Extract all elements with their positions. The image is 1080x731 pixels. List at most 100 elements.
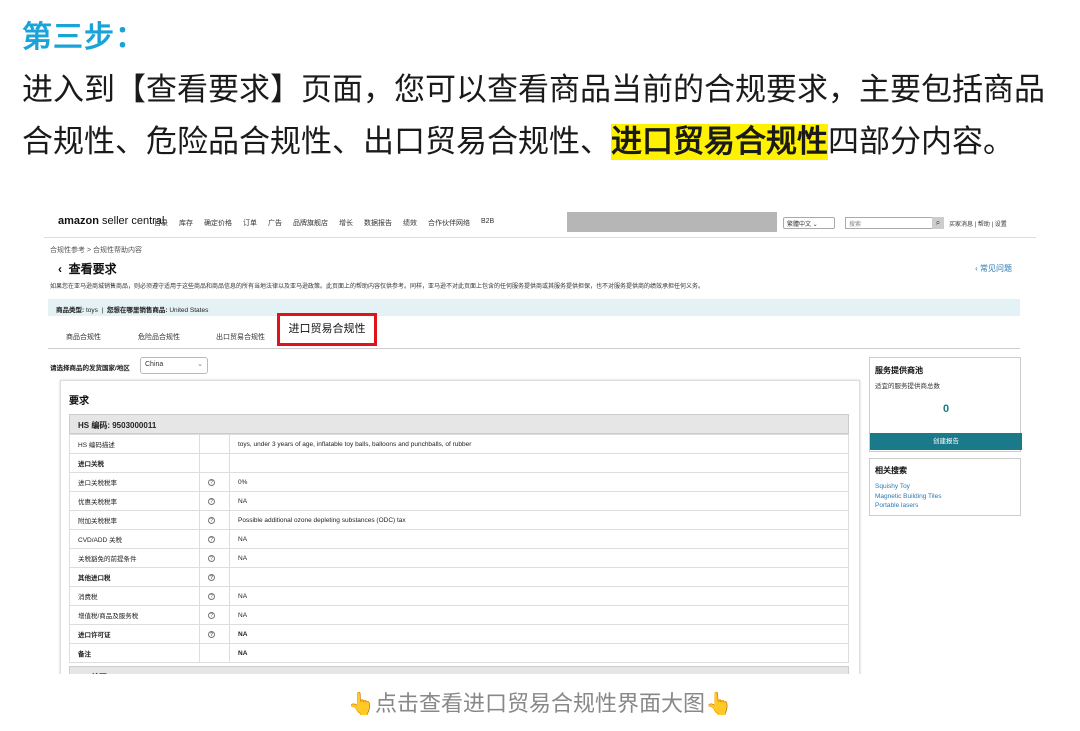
row-value: Possible additional ozone depleting subs… xyxy=(230,511,849,530)
back-chevron-icon[interactable]: ‹ xyxy=(58,262,62,276)
nav-item[interactable]: 确定价格 xyxy=(204,218,232,228)
help-icon[interactable]: ? xyxy=(208,498,215,505)
row-label: 消费税 xyxy=(70,587,200,606)
tab-hazmat-compliance[interactable]: 危险品合规性 xyxy=(138,332,180,342)
create-report-button[interactable]: 创建报告 xyxy=(870,433,1022,450)
row-label: HS 编码描述 xyxy=(70,435,200,454)
nav-item[interactable]: 品牌旗舰店 xyxy=(293,218,328,228)
country-select[interactable]: China⌄ xyxy=(140,357,208,374)
providers-subtitle: 适宜的服务提供商总数 xyxy=(875,380,940,390)
help-icon[interactable]: ? xyxy=(208,536,215,543)
nav-item[interactable]: 广告 xyxy=(268,218,282,228)
article-text: 进入到【查看要求】页面，您可以查看商品当前的合规要求，主要包括商品合规性、危险品… xyxy=(22,64,1062,168)
providers-count: 0 xyxy=(870,403,1022,415)
row-value: NA xyxy=(230,644,849,663)
help-icon[interactable]: ? xyxy=(208,555,215,562)
step-title: 第三步： xyxy=(22,12,146,56)
row-label: 优惠关税税率 xyxy=(70,492,200,511)
requirements-panel: 要求 HS 编码: 9503000011 HS 编码描述 toys, under … xyxy=(60,380,860,674)
table-row: 优惠关税税率? NA xyxy=(70,492,849,511)
requirements-title: 要求 xyxy=(69,392,89,407)
nav-item[interactable]: 目录 xyxy=(154,218,168,228)
row-label: CVD/ADD 关税 xyxy=(70,530,200,549)
row-label: 其他进口税 xyxy=(70,568,200,587)
tab-product-compliance[interactable]: 商品合规性 xyxy=(66,332,101,342)
image-caption[interactable]: 👆点击查看进口贸易合规性界面大图👆 xyxy=(0,686,1080,718)
row-label: 增值税/商品及服务税 xyxy=(70,606,200,625)
nav-item[interactable]: 库存 xyxy=(179,218,193,228)
tab-import-compliance[interactable]: 进口贸易合规性 xyxy=(277,313,377,346)
row-help: ? xyxy=(200,549,230,568)
row-label: 进口许可证 xyxy=(70,625,200,644)
language-select[interactable]: 繁體中文 ⌄ xyxy=(783,217,835,229)
nav-item[interactable]: B2B xyxy=(481,218,494,228)
related-title: 相关搜索 xyxy=(875,465,907,476)
article-text-after: 四部分内容。 xyxy=(828,124,1014,160)
hs-code-header: HS 编码: 9503000011 xyxy=(69,414,849,434)
help-icon[interactable]: ? xyxy=(208,574,215,581)
row-value: toys, under 3 years of age, inflatable t… xyxy=(230,435,849,454)
row-help: ? xyxy=(200,606,230,625)
row-label: 进口关税 xyxy=(70,454,200,473)
main-nav: 目录 库存 确定价格 订单 广告 品牌旗舰店 增长 数据报告 绩效 合作伙伴网络… xyxy=(154,218,494,228)
hs-code-header-next: HS 编码: 9503000013 xyxy=(69,666,849,674)
row-label: 关税豁免的前提条件 xyxy=(70,549,200,568)
country-label: 请选择商品的发货国家/地区 xyxy=(50,362,130,372)
row-help: ? xyxy=(200,530,230,549)
faq-link[interactable]: ‹ 常见问题 xyxy=(975,263,1012,274)
header-links[interactable]: 买家消息 | 帮助 | 设置 xyxy=(949,219,1007,228)
nav-item[interactable]: 订单 xyxy=(243,218,257,228)
providers-title: 服务提供商池 xyxy=(875,365,923,376)
row-help: ? xyxy=(200,587,230,606)
row-help xyxy=(200,644,230,663)
row-value: NA xyxy=(230,587,849,606)
row-help: ? xyxy=(200,473,230,492)
related-searches-box: 相关搜索 Squishy Toy Magnetic Building Tiles… xyxy=(869,458,1021,516)
table-row: 关税豁免的前提条件?NA xyxy=(70,549,849,568)
nav-item[interactable]: 数据报告 xyxy=(364,218,392,228)
related-link[interactable]: Magnetic Building Tiles xyxy=(875,492,941,502)
row-value xyxy=(230,454,849,473)
table-row: 消费税? NA xyxy=(70,587,849,606)
service-provider-box: 服务提供商池 适宜的服务提供商总数 0 创建报告 xyxy=(869,357,1021,452)
search-input[interactable]: 搜索 xyxy=(845,217,933,229)
product-info-bar: 商品类型: toys | 您想在哪里销售商品: United States xyxy=(48,299,1020,316)
row-value xyxy=(230,568,849,587)
row-value: NA xyxy=(230,492,849,511)
pointing-hand-icon: 👆 xyxy=(348,692,375,717)
breadcrumb[interactable]: 合规性参考 > 合规性帮助内容 xyxy=(50,245,142,255)
table-row: HS 编码描述 toys, under 3 years of age, infla… xyxy=(70,435,849,454)
help-icon[interactable]: ? xyxy=(208,479,215,486)
requirements-table: HS 编码描述 toys, under 3 years of age, infla… xyxy=(69,434,849,663)
related-link[interactable]: Portable lasers xyxy=(875,501,941,511)
article-highlight: 进口贸易合规性 xyxy=(611,124,828,160)
help-icon[interactable]: ? xyxy=(208,612,215,619)
row-help: ? xyxy=(200,568,230,587)
row-value: NA xyxy=(230,625,849,644)
related-link[interactable]: Squishy Toy xyxy=(875,482,941,492)
legal-notice: 如果您在亚马逊商城销售商品，则必须遵守适用于这些商品和商品信息的所有当地法律以及… xyxy=(50,281,1025,290)
search-icon[interactable]: ⌕ xyxy=(932,217,944,229)
redacted-block xyxy=(567,212,777,232)
top-navigation-bar: amazon seller central 目录 库存 确定价格 订单 广告 品… xyxy=(44,206,1036,238)
row-help xyxy=(200,454,230,473)
nav-item[interactable]: 合作伙伴网络 xyxy=(428,218,470,228)
help-icon[interactable]: ? xyxy=(208,517,215,524)
table-row: 进口关税税率?0% xyxy=(70,473,849,492)
row-help: ? xyxy=(200,511,230,530)
amazon-seller-central-logo[interactable]: amazon seller central xyxy=(58,215,164,227)
table-row: CVD/ADD 关税? NA xyxy=(70,530,849,549)
table-row: 增值税/商品及服务税? NA xyxy=(70,606,849,625)
nav-item[interactable]: 绩效 xyxy=(403,218,417,228)
nav-item[interactable]: 增长 xyxy=(339,218,353,228)
row-value: NA xyxy=(230,530,849,549)
pointing-hand-icon: 👆 xyxy=(705,692,732,717)
help-icon[interactable]: ? xyxy=(208,593,215,600)
help-icon[interactable]: ? xyxy=(208,631,215,638)
row-value: NA xyxy=(230,606,849,625)
row-value: 0% xyxy=(230,473,849,492)
tab-export-compliance[interactable]: 出口贸易合规性 xyxy=(216,332,265,342)
table-row: 其他进口税? xyxy=(70,568,849,587)
table-row: 进口关税 xyxy=(70,454,849,473)
row-help: ? xyxy=(200,492,230,511)
